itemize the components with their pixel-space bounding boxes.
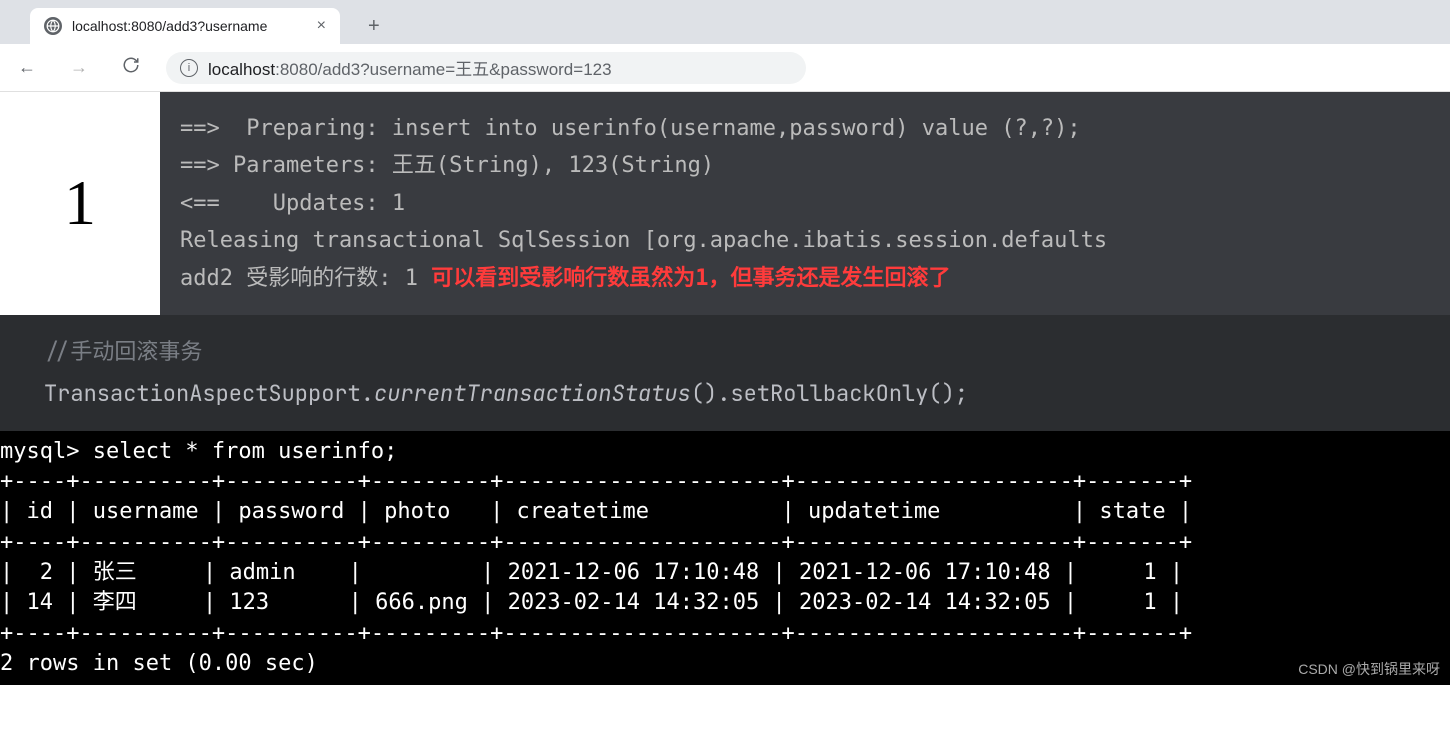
tab-title: localhost:8080/add3?username	[72, 18, 307, 34]
table-divider: +----+----------+----------+---------+--…	[0, 469, 1192, 494]
code-section: //手动回滚事务 TransactionAspectSupport.curren…	[0, 315, 1450, 431]
table-divider: +----+----------+----------+---------+--…	[0, 621, 1192, 646]
new-tab-button[interactable]: +	[368, 15, 380, 38]
forward-button[interactable]: →	[62, 53, 96, 82]
url-text: localhost:8080/add3?username=王五&password…	[208, 55, 612, 80]
table-divider: +----+----------+----------+---------+--…	[0, 530, 1192, 555]
globe-icon	[44, 17, 62, 35]
red-annotation: 可以看到受影响行数虽然为1，但事务还是发生回滚了	[431, 266, 950, 291]
code-comment: //手动回滚事务	[44, 331, 1406, 373]
browser-tab[interactable]: localhost:8080/add3?username ×	[30, 8, 340, 44]
table-header: | id | username | password | photo | cre…	[0, 499, 1192, 524]
reload-button[interactable]	[114, 52, 148, 83]
step-number: 1	[0, 92, 160, 315]
site-info-icon[interactable]: i	[180, 59, 198, 77]
console-log: ==> Preparing: insert into userinfo(user…	[160, 92, 1450, 315]
table-row: | 2 | 张三 | admin | | 2021-12-06 17:10:48…	[0, 560, 1183, 585]
code-line: TransactionAspectSupport.currentTransact…	[44, 373, 1406, 415]
log-section: 1 ==> Preparing: insert into userinfo(us…	[0, 92, 1450, 315]
tab-bar: localhost:8080/add3?username × +	[0, 0, 1450, 44]
result-footer: 2 rows in set (0.00 sec)	[0, 651, 318, 676]
close-icon[interactable]: ×	[317, 17, 326, 35]
mysql-prompt: mysql> select * from userinfo;	[0, 439, 397, 464]
back-button[interactable]: ←	[10, 53, 44, 82]
url-input[interactable]: i localhost:8080/add3?username=王五&passwo…	[166, 52, 806, 84]
mysql-terminal: mysql> select * from userinfo; +----+---…	[0, 431, 1450, 686]
watermark: CSDN @快到锅里来呀	[1298, 660, 1440, 679]
table-row: | 14 | 李四 | 123 | 666.png | 2023-02-14 1…	[0, 590, 1183, 615]
browser-chrome: localhost:8080/add3?username × + ← → i l…	[0, 0, 1450, 92]
address-bar: ← → i localhost:8080/add3?username=王五&pa…	[0, 44, 1450, 92]
